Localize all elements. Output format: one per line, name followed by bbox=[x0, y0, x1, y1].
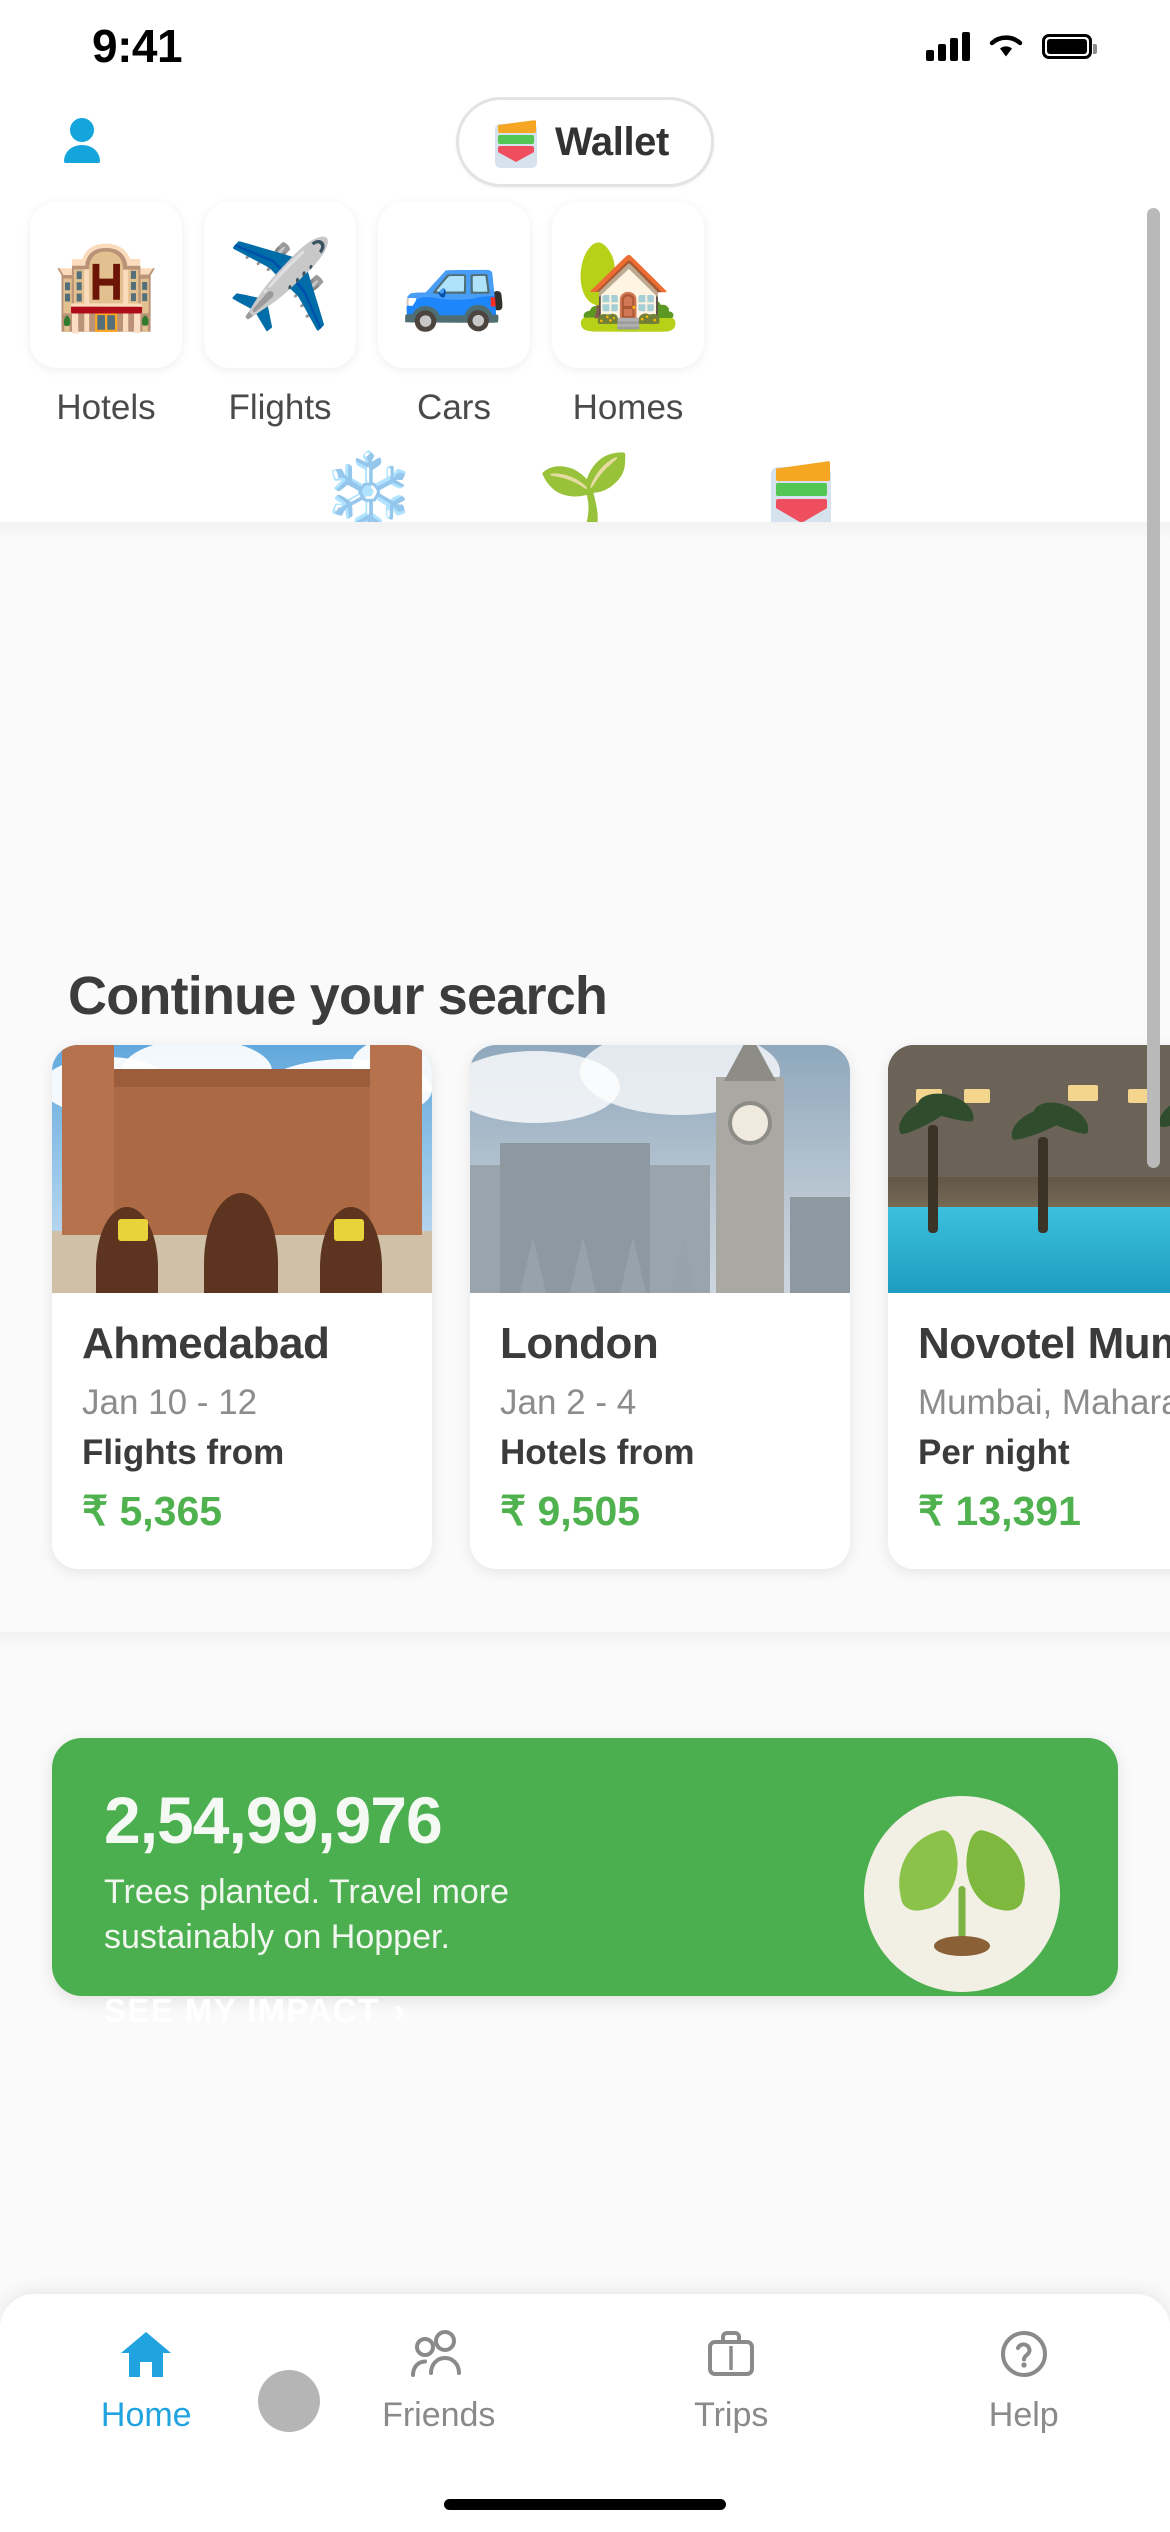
tab-label-home: Home bbox=[100, 2396, 192, 2434]
section-divider-bottom bbox=[0, 1632, 1170, 1650]
novotel-mumbai-pool-photo bbox=[888, 1045, 1170, 1293]
sprout-badge bbox=[864, 1796, 1060, 1992]
search-card-ahmedabad[interactable]: Ahmedabad Jan 10 - 12 Flights from ₹ 5,3… bbox=[52, 1045, 432, 1569]
continue-search-section: Continue your search Ahmedabad Jan 10 - … bbox=[0, 540, 1170, 1650]
category-label-homes: Homes bbox=[572, 388, 684, 427]
search-card-dates: Mumbai, Maharashtra bbox=[918, 1383, 1170, 1422]
wallet-icon bbox=[493, 116, 539, 168]
see-my-impact-button[interactable]: SEE MY IMPACT › bbox=[104, 1990, 407, 2032]
section-divider-top bbox=[0, 522, 1170, 540]
sprout-icon bbox=[889, 1828, 1035, 1960]
profile-avatar-icon bbox=[64, 118, 100, 163]
home-indicator bbox=[444, 2499, 726, 2510]
category-label-hotels: Hotels bbox=[56, 388, 156, 427]
wallet-pill-label: Wallet bbox=[555, 119, 669, 164]
category-section: 🏨 ✈️ 🚙 🏡 Hotels Flights Cars Homes ❄️ Fr… bbox=[0, 192, 1170, 583]
wifi-icon bbox=[989, 35, 1023, 57]
search-card-price-label: Per night bbox=[918, 1433, 1070, 1472]
category-tile-rail[interactable]: 🏨 ✈️ 🚙 🏡 bbox=[0, 202, 1170, 368]
search-card-price-label: Flights from bbox=[82, 1433, 285, 1472]
continue-search-title: Continue your search bbox=[68, 966, 608, 1026]
app-header: Wallet bbox=[0, 92, 1170, 192]
category-label-row: Hotels Flights Cars Homes bbox=[0, 388, 1170, 428]
status-indicators bbox=[926, 31, 1097, 61]
search-card-name: Ahmedabad bbox=[82, 1319, 330, 1368]
cellular-signal-icon bbox=[926, 31, 970, 61]
touch-point-indicator bbox=[258, 2370, 320, 2432]
tab-label-help: Help bbox=[988, 2396, 1059, 2434]
bottom-tab-bar: Home Friends Trips Help bbox=[0, 2294, 1170, 2532]
status-time: 9:41 bbox=[92, 20, 183, 72]
search-card-novotel-mumbai[interactable]: Novotel Mumbai Juhu Beach Mumbai, Mahara… bbox=[888, 1045, 1170, 1569]
tab-label-trips: Trips bbox=[694, 2396, 769, 2434]
search-card-price: ₹ 5,365 bbox=[82, 1488, 223, 1534]
category-tile-hotels[interactable]: 🏨 bbox=[30, 202, 182, 368]
tab-label-friends: Friends bbox=[382, 2396, 496, 2434]
status-bar: 9:41 bbox=[0, 0, 1170, 92]
tab-home[interactable]: Home bbox=[0, 2324, 293, 2435]
search-card-price: ₹ 9,505 bbox=[500, 1488, 641, 1534]
chevron-right-icon: › bbox=[393, 1990, 407, 2031]
category-tile-homes[interactable]: 🏡 bbox=[552, 202, 704, 368]
category-label-flights: Flights bbox=[228, 388, 332, 427]
home-icon bbox=[118, 2324, 174, 2384]
trips-icon bbox=[704, 2324, 758, 2384]
battery-icon bbox=[1042, 33, 1097, 59]
tab-help[interactable]: Help bbox=[878, 2324, 1170, 2435]
category-tile-flights[interactable]: ✈️ bbox=[204, 202, 356, 368]
ahmedabad-gateway-photo bbox=[52, 1045, 432, 1293]
friends-icon bbox=[409, 2324, 469, 2384]
trees-banner-section: 2,54,99,976 Trees planted. Travel more s… bbox=[0, 1650, 1170, 2340]
trees-banner-description: Trees planted. Travel more sustainably o… bbox=[104, 1873, 510, 1957]
search-card-dates: Jan 10 - 12 bbox=[82, 1383, 258, 1422]
search-card-price: ₹ 13,391 bbox=[918, 1488, 1081, 1534]
category-label-cars: Cars bbox=[417, 388, 491, 427]
wallet-pill-button[interactable]: Wallet bbox=[456, 97, 714, 187]
search-card-rail[interactable]: Ahmedabad Jan 10 - 12 Flights from ₹ 5,3… bbox=[0, 1045, 1170, 1569]
profile-button[interactable] bbox=[52, 112, 112, 172]
trees-impact-banner[interactable]: 2,54,99,976 Trees planted. Travel more s… bbox=[52, 1738, 1118, 2031]
search-card-london[interactable]: London Jan 2 - 4 Hotels from ₹ 9,505 bbox=[470, 1045, 850, 1569]
help-icon bbox=[997, 2324, 1051, 2384]
tab-friends[interactable]: Friends bbox=[293, 2324, 586, 2435]
search-card-price-label: Hotels from bbox=[500, 1433, 695, 1472]
tab-trips[interactable]: Trips bbox=[585, 2324, 878, 2435]
trees-planted-count: 2,54,99,976 bbox=[104, 1783, 443, 1857]
category-tile-cars[interactable]: 🚙 bbox=[378, 202, 530, 368]
search-card-dates: Jan 2 - 4 bbox=[500, 1383, 637, 1422]
vertical-scrollbar[interactable] bbox=[1147, 208, 1160, 1168]
search-card-name: Novotel Mumbai Juhu Beach bbox=[918, 1319, 1170, 1368]
search-card-name: London bbox=[500, 1319, 659, 1368]
see-my-impact-label: SEE MY IMPACT bbox=[104, 1992, 380, 2029]
london-big-ben-photo bbox=[470, 1045, 850, 1293]
